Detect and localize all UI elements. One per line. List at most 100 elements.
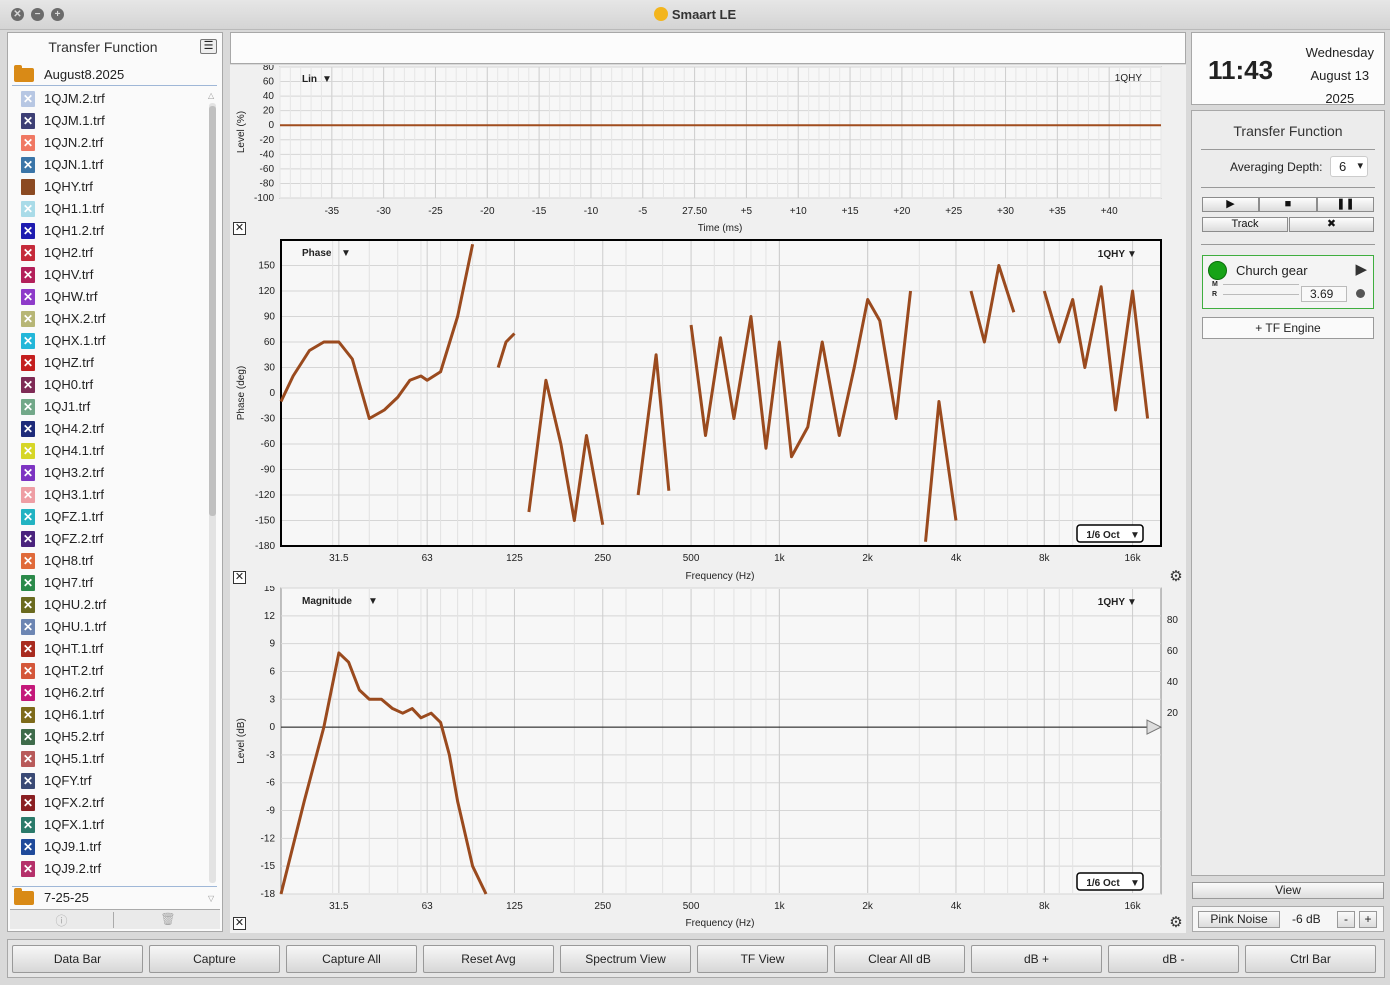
tf-view-button[interactable]: TF View (697, 945, 828, 973)
file-list-item[interactable]: ✕ 1QH5.2.trf (18, 726, 198, 748)
file-list-item[interactable]: ✕ 1QHV.trf (18, 264, 198, 286)
file-name: 1QJN.2.trf (44, 135, 104, 150)
file-list-item[interactable]: ✕ 1QHT.1.trf (18, 638, 198, 660)
add-tf-engine-button[interactable]: + TF Engine (1202, 317, 1374, 339)
impulse-response-plot[interactable]: 80 60 40 20 0 -20 -40 -60 -80 -100 -35 -30 -25 -20 -15… (230, 65, 1186, 238)
y-tick-label: 120 (258, 286, 275, 297)
y-tick-label: 30 (264, 363, 276, 374)
trf-file-icon: ✕ (21, 729, 35, 745)
clear-all-db-button[interactable]: Clear All dB (834, 945, 965, 973)
tf-engine-card[interactable]: Church gear ▶ M R 3.69 (1202, 255, 1374, 309)
file-list-item[interactable]: ✕ 1QH6.1.trf (18, 704, 198, 726)
file-name: 1QHX.2.trf (44, 311, 106, 326)
close-plot-icon[interactable]: ✕ (233, 222, 246, 235)
file-list-item[interactable]: ✕ 1QFX.2.trf (18, 792, 198, 814)
file-list-item[interactable]: ✕ 1QH5.1.trf (18, 748, 198, 770)
folder-august8[interactable]: August8.2025 (12, 64, 217, 86)
pause-button[interactable]: ❚❚ (1317, 197, 1374, 212)
file-list-item[interactable]: ✕ 1QH2.trf (18, 242, 198, 264)
engine-play-icon[interactable]: ▶ (1355, 260, 1367, 278)
ctrl-bar-button[interactable]: Ctrl Bar (1245, 945, 1376, 973)
file-list-item[interactable]: ✕ 1QHT.2.trf (18, 660, 198, 682)
file-list-item[interactable]: ✕ 1QH3.2.trf (18, 462, 198, 484)
file-name: 1QHW.trf (44, 289, 98, 304)
trf-file-icon: ✕ (21, 421, 35, 437)
info-icon[interactable]: ⓘ (10, 912, 114, 928)
stop-button[interactable]: ■ (1259, 197, 1317, 212)
file-list-item[interactable]: ✕ 1QHX.2.trf (18, 308, 198, 330)
engine-status-icon[interactable] (1208, 261, 1227, 280)
generator-plus-button[interactable]: + (1359, 911, 1377, 928)
spectrum-view-button[interactable]: Spectrum View (560, 945, 691, 973)
file-list-item[interactable]: ✕ 1QHU.1.trf (18, 616, 198, 638)
scroll-up-icon[interactable]: △ (208, 91, 214, 100)
folder-7-25-25[interactable]: 7-25-25 (12, 886, 217, 908)
file-name: 1QH6.2.trf (44, 685, 104, 700)
file-list-item[interactable]: ✕ 1QJN.2.trf (18, 132, 198, 154)
file-list-item[interactable]: ✕ 1QH8.trf (18, 550, 198, 572)
file-list-item[interactable]: ✕ 1QJ9.2.trf (18, 858, 198, 880)
file-list-item[interactable]: ✕ 1QH1.1.trf (18, 198, 198, 220)
file-list-item[interactable]: ✕ 1QFY.trf (18, 770, 198, 792)
scroll-down-icon[interactable]: ▽ (208, 894, 214, 903)
file-list-item[interactable]: ✕ 1QHZ.trf (18, 352, 198, 374)
trf-file-icon: ✕ (21, 817, 35, 833)
capture-button[interactable]: Capture (149, 945, 280, 973)
capture-all-button[interactable]: Capture All (286, 945, 417, 973)
file-list-item[interactable]: ✕ 1QJM.2.trf (18, 88, 198, 110)
gear-icon[interactable]: ⚙ (1168, 915, 1184, 931)
file-list-item[interactable]: ✕ 1QFZ.1.trf (18, 506, 198, 528)
file-list-item[interactable]: ✕ 1QH4.2.trf (18, 418, 198, 440)
x-tick-label: 4k (951, 553, 963, 564)
trf-file-icon: ✕ (21, 597, 35, 613)
reset-avg-button[interactable]: Reset Avg (423, 945, 554, 973)
file-list-item[interactable]: ✕ 1QJM.1.trf (18, 110, 198, 132)
data-bar-button[interactable]: Data Bar (12, 945, 143, 973)
trf-file-icon: ✕ (21, 773, 35, 789)
averaging-depth-select[interactable]: 6 (1330, 156, 1368, 177)
file-list-item[interactable]: ✕ 1QFX.1.trf (18, 814, 198, 836)
file-list-item[interactable]: ✕ 1QJ1.trf (18, 396, 198, 418)
generator-minus-button[interactable]: - (1337, 911, 1355, 928)
x-tick-label: 2k (862, 901, 874, 912)
trf-file-icon: ✕ (21, 685, 35, 701)
trash-icon[interactable]: 🗑 (116, 912, 220, 928)
file-list-item[interactable]: ✕ 1QHX.1.trf (18, 330, 198, 352)
file-list-item[interactable]: ✕ 1QH6.2.trf (18, 682, 198, 704)
pink-noise-button[interactable]: Pink Noise (1198, 911, 1280, 928)
file-list-item[interactable]: ✕ 1QH1.2.trf (18, 220, 198, 242)
file-list-item[interactable]: ✕ 1QHU.2.trf (18, 594, 198, 616)
file-list-item[interactable]: ✕ 1QHW.trf (18, 286, 198, 308)
tools-icon[interactable]: ✖ (1289, 217, 1374, 232)
file-name: 1QJM.2.trf (44, 91, 105, 106)
db-plus-button[interactable]: dB + (971, 945, 1102, 973)
db-minus-button[interactable]: dB - (1108, 945, 1239, 973)
file-list-item[interactable]: ✕ 1QJN.1.trf (18, 154, 198, 176)
x-tick-label: 250 (594, 901, 611, 912)
engine-delay-value[interactable]: 3.69 (1301, 286, 1347, 302)
file-list-item[interactable]: ✕ 1QH0.trf (18, 374, 198, 396)
view-button[interactable]: View (1192, 882, 1384, 899)
close-plot-icon[interactable]: ✕ (233, 571, 246, 584)
record-icon[interactable] (1356, 289, 1365, 298)
x-tick-label: 16k (1125, 901, 1142, 912)
magnitude-plot[interactable]: 15 12 9 6 3 0 -3 -6 -9 -12 -15 -18 31.5 63 125 250 500 1k… (230, 586, 1186, 933)
sidebar-scrollbar[interactable]: △ ▽ (207, 91, 218, 903)
play-button[interactable]: ▶ (1202, 197, 1259, 212)
scroll-thumb[interactable] (209, 106, 216, 516)
file-list-item[interactable]: ✕ 1QH7.trf (18, 572, 198, 594)
file-list-item[interactable]: ✕ 1QJ9.1.trf (18, 836, 198, 858)
close-plot-icon[interactable]: ✕ (233, 917, 246, 930)
trf-file-icon: ✕ (21, 553, 35, 569)
file-list-item[interactable]: 1QHY.trf (18, 176, 198, 198)
phase-plot[interactable]: 150 120 90 60 30 0 -30 -60 -90 -120 -150 -180 31.5 63… (230, 238, 1186, 586)
file-list-item[interactable]: ✕ 1QH4.1.trf (18, 440, 198, 462)
file-list-item[interactable]: ✕ 1QFZ.2.trf (18, 528, 198, 550)
sidebar-menu-icon[interactable]: ☰ (200, 39, 217, 54)
track-button[interactable]: Track (1202, 217, 1288, 232)
file-name: 1QHY.trf (44, 179, 93, 194)
gear-icon[interactable]: ⚙ (1168, 569, 1184, 585)
x-tick-label: -10 (584, 206, 599, 217)
trf-file-icon: ✕ (21, 575, 35, 591)
file-list-item[interactable]: ✕ 1QH3.1.trf (18, 484, 198, 506)
